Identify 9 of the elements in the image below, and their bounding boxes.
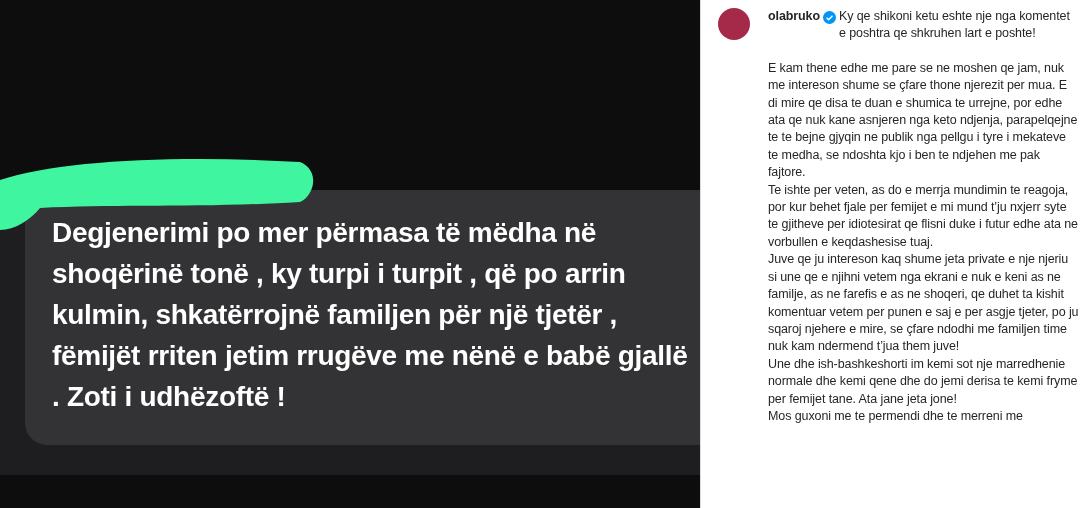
caption-text: Te ishte per veten, as do e merrja mundimin te reagoja, por kur behet fjale per femijet e mi mund t’ju nxjerr syte te gjitheve per idiotesirat qe flisni duke i futur edhe ata ne vorbullen e keqdashesise tuaj. xyxy=(768,181,1079,251)
comment-text: Degjenerimi po mer përmasa të mëdha në shoqërinë tonë , ky turpi i turpit , që po arrin kulmin, shkatërrojnë familjen për një tjetër , fëmijët rriten jetim rrugëve me nënë e babë gjallë . Zoti i udhëzoftë ! xyxy=(52,216,689,414)
caption-text: Une dhe ish-bashkeshorti im kemi sot nje marredhenie normale dhe kemi qene dhe do jemi derisa te kemi fryme per femijet tane. Ata jane jeta jone! xyxy=(768,355,1079,408)
caption-text: Juve qe ju intereson kaq shume jeta private e nje njeriu si une qe e njihni vetem nga ekrani e nuk e keni as ne familje, as ne farefis e as ne shoqeri, qe duhet ta kishit komentuar vetem per punen e saj e per asgje tjeter, po ju sqaroj njehere e mire, se çfare ndodhi me familjen time nuk kam ndermend t’jua them juve! xyxy=(768,251,1079,356)
caption-text: E kam thene edhe me pare se ne moshen qe jam, nuk me intereson shume se çfare thone njerezit per mua. E di mire qe disa te duan e shumica te urrejne, por edhe ata qe nuk kane asnjeren nga keto ndjenja, parapelqejne te te bejne gjyqin ne publik nga pellgu i tyre i mekateve te medha, se ndoshta kjo i ben te ndjehen me pak fajtore. xyxy=(768,59,1079,182)
username-link[interactable]: olabruko xyxy=(768,8,820,26)
avatar[interactable] xyxy=(718,8,750,40)
caption-text: Ky qe shikoni ketu eshte nje nga komentet e poshtra qe shkruhen lart e poshte! xyxy=(839,8,1071,43)
caption-text: Mos guxoni me te permendi dhe te merreni me xyxy=(768,407,1024,425)
